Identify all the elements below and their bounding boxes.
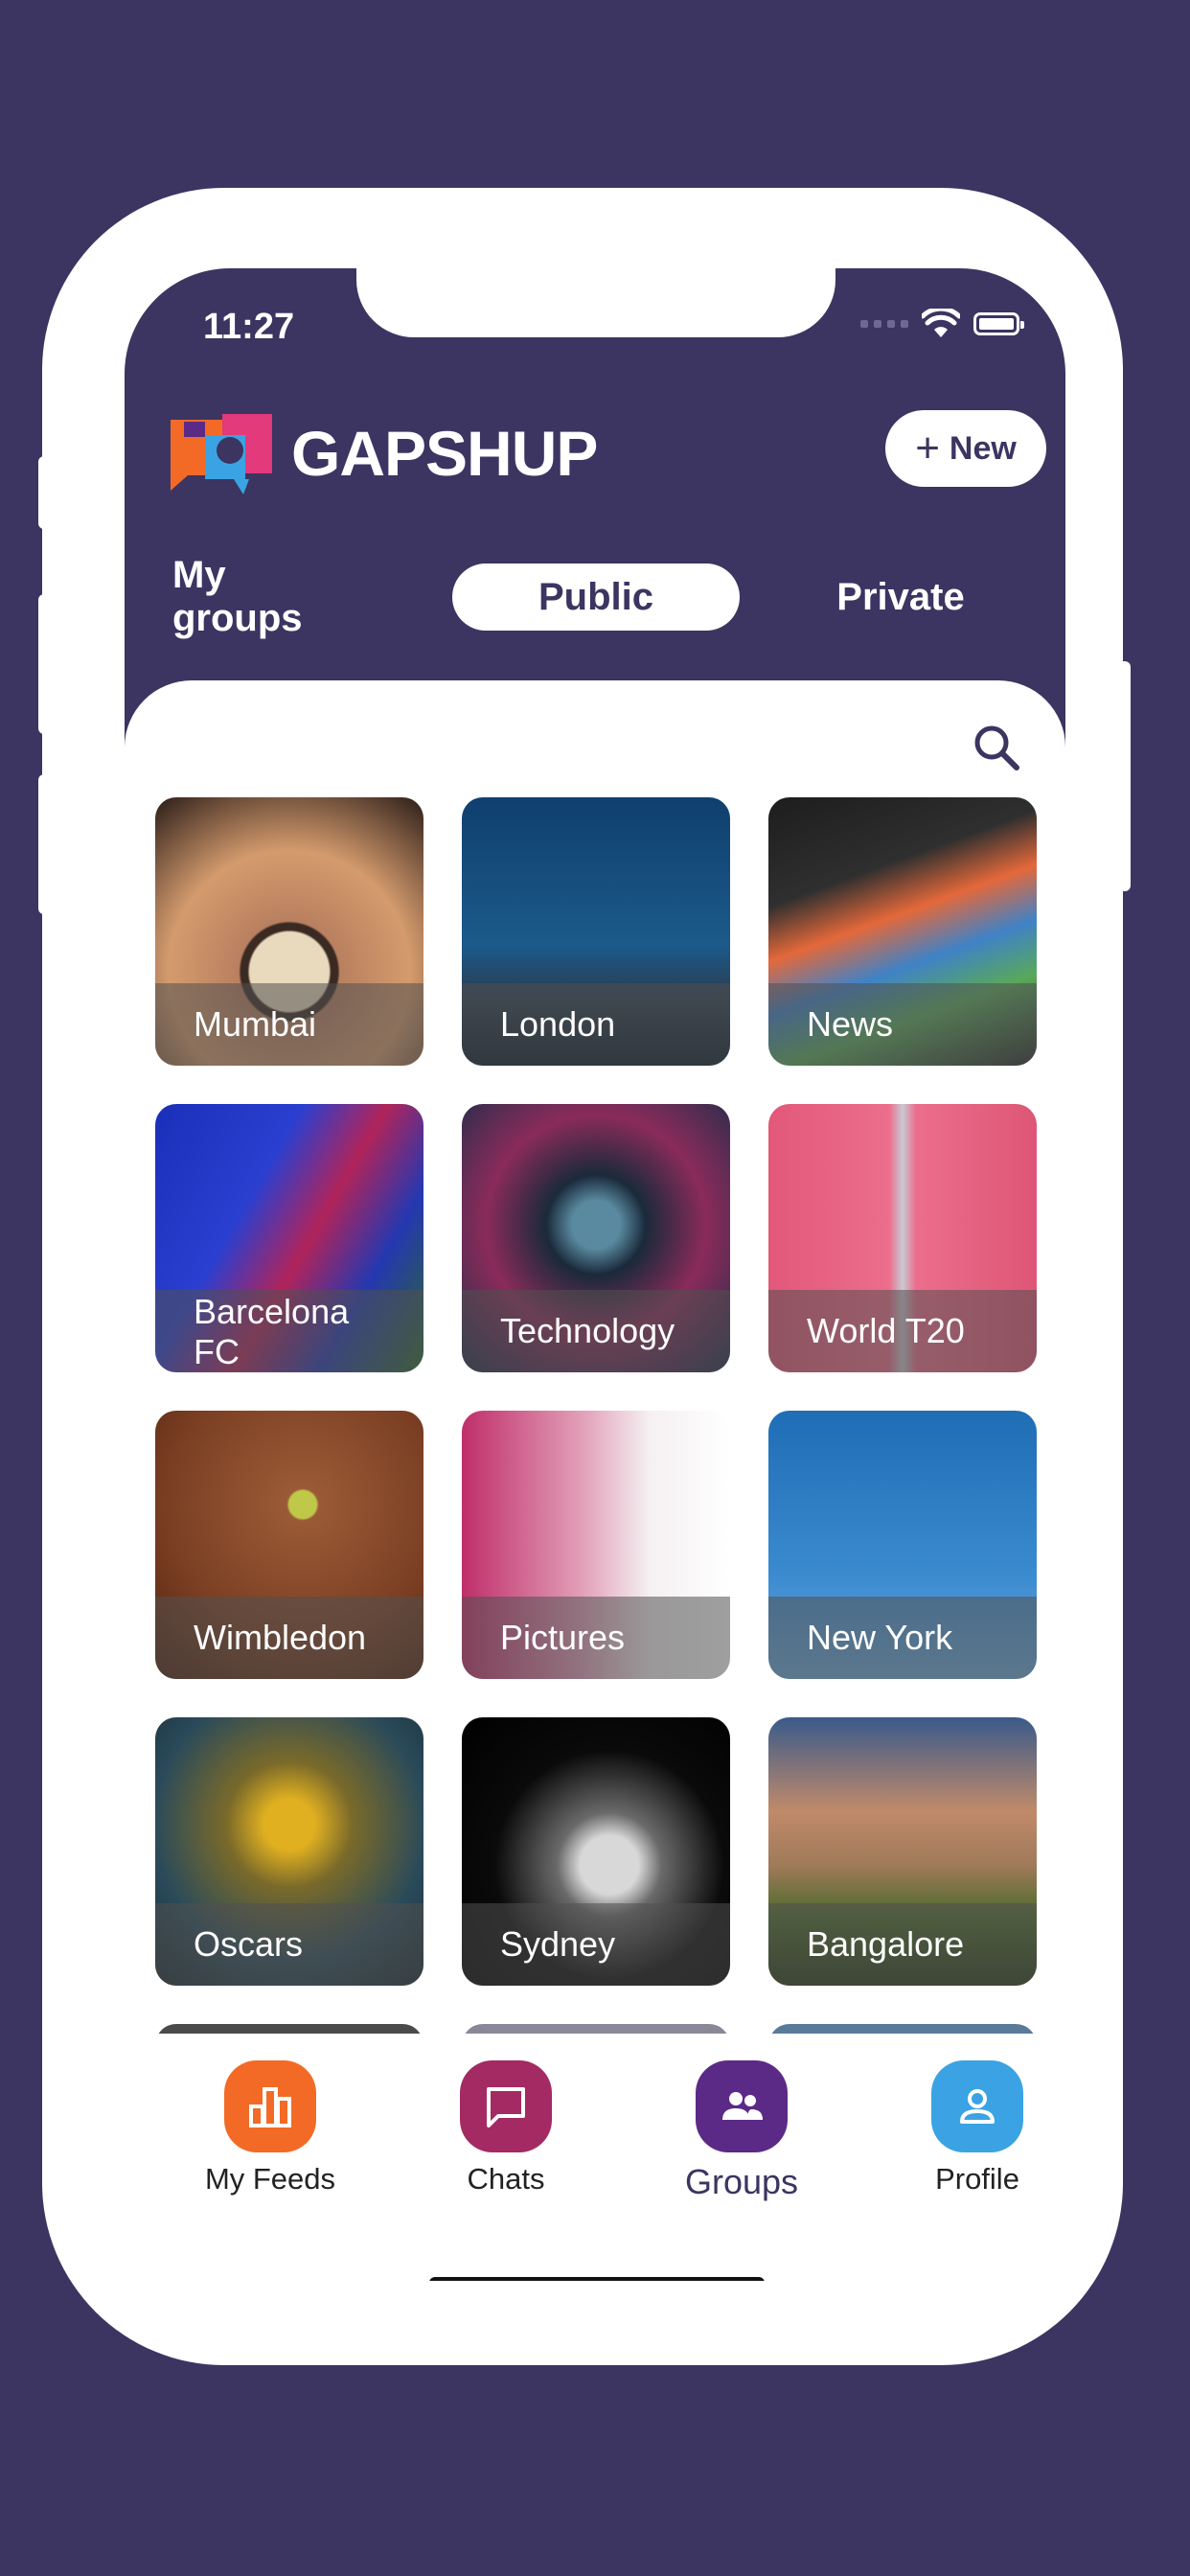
signal-icon bbox=[860, 320, 908, 328]
device-notch bbox=[356, 268, 835, 337]
nav-label: Chats bbox=[467, 2162, 545, 2196]
group-tile-bangalore[interactable]: Bangalore bbox=[768, 1717, 1037, 1986]
group-icon bbox=[696, 2060, 788, 2152]
app-screen: 11:27 GAPSHUP + New My groups Public Pri… bbox=[125, 268, 1065, 2281]
nav-label: Groups bbox=[684, 2162, 799, 2201]
nav-profile[interactable]: Profile bbox=[881, 2060, 1065, 2196]
logo-text: GAPSHUP bbox=[291, 418, 598, 489]
new-button-label: New bbox=[949, 429, 1017, 467]
group-tile-partial[interactable] bbox=[768, 2024, 1037, 2034]
nav-label: Profile bbox=[935, 2162, 1019, 2196]
group-label: Pictures bbox=[500, 1618, 626, 1657]
group-label: Barcelona FC bbox=[194, 1292, 350, 1371]
group-label: Bangalore bbox=[807, 1924, 965, 1964]
tab-private[interactable]: Private bbox=[805, 564, 996, 631]
group-tabs: My groups Public Private bbox=[125, 554, 1065, 639]
group-tile-partial[interactable] bbox=[462, 2024, 730, 2034]
wifi-icon bbox=[922, 309, 960, 337]
nav-my-feeds[interactable]: My Feeds bbox=[174, 2060, 366, 2196]
group-label: Wimbledon bbox=[194, 1618, 367, 1657]
group-label: London bbox=[500, 1004, 616, 1044]
group-tile-london[interactable]: London bbox=[462, 797, 730, 1066]
group-tile-sydney[interactable]: Sydney bbox=[462, 1717, 730, 1986]
group-label: Mumbai bbox=[194, 1004, 317, 1044]
chat-bubble-icon bbox=[460, 2060, 552, 2152]
logo-mark-icon bbox=[171, 414, 272, 494]
home-indicator[interactable] bbox=[429, 2277, 765, 2281]
group-tile-new-york[interactable]: New York bbox=[768, 1411, 1037, 1679]
plus-icon: + bbox=[915, 425, 940, 472]
tab-my-groups[interactable]: My groups bbox=[172, 554, 364, 639]
group-label: Technology bbox=[500, 1311, 675, 1350]
search-icon[interactable] bbox=[972, 723, 1021, 772]
battery-icon bbox=[973, 312, 1024, 335]
app-logo: GAPSHUP bbox=[167, 410, 598, 496]
group-tile-news[interactable]: News bbox=[768, 797, 1037, 1066]
group-label: New York bbox=[807, 1618, 953, 1657]
group-tile-oscars[interactable]: Oscars bbox=[155, 1717, 423, 1986]
nav-label: My Feeds bbox=[204, 2162, 336, 2196]
group-tile-barcelona-fc[interactable]: Barcelona FC bbox=[155, 1104, 423, 1372]
status-time: 11:27 bbox=[203, 307, 295, 347]
groups-panel: Mumbai London News Barcelona FC Technolo… bbox=[125, 680, 1065, 2281]
group-label: News bbox=[807, 1004, 894, 1044]
group-tile-pictures[interactable]: Pictures bbox=[462, 1411, 730, 1679]
person-icon bbox=[931, 2060, 1023, 2152]
header-background: 11:27 GAPSHUP + New My groups Public Pri… bbox=[125, 268, 1065, 748]
group-tile-technology[interactable]: Technology bbox=[462, 1104, 730, 1372]
nav-chats[interactable]: Chats bbox=[410, 2060, 602, 2196]
nav-groups[interactable]: Groups bbox=[646, 2060, 837, 2202]
bar-chart-icon bbox=[224, 2060, 316, 2152]
bottom-navigation: My Feeds Chats Groups Profile bbox=[125, 2060, 1065, 2214]
group-label: Oscars bbox=[194, 1924, 304, 1964]
new-group-button[interactable]: + New bbox=[885, 410, 1046, 487]
group-tile-wimbledon[interactable]: Wimbledon bbox=[155, 1411, 423, 1679]
group-tile-world-t20[interactable]: World T20 bbox=[768, 1104, 1037, 1372]
group-tile-mumbai[interactable]: Mumbai bbox=[155, 797, 423, 1066]
tab-public[interactable]: Public bbox=[452, 564, 740, 631]
groups-grid: Mumbai London News Barcelona FC Technolo… bbox=[155, 797, 1037, 2034]
group-tile-partial[interactable] bbox=[155, 2024, 423, 2034]
group-label: Sydney bbox=[500, 1924, 616, 1964]
group-label: World T20 bbox=[807, 1311, 965, 1350]
status-icons bbox=[860, 309, 1024, 339]
